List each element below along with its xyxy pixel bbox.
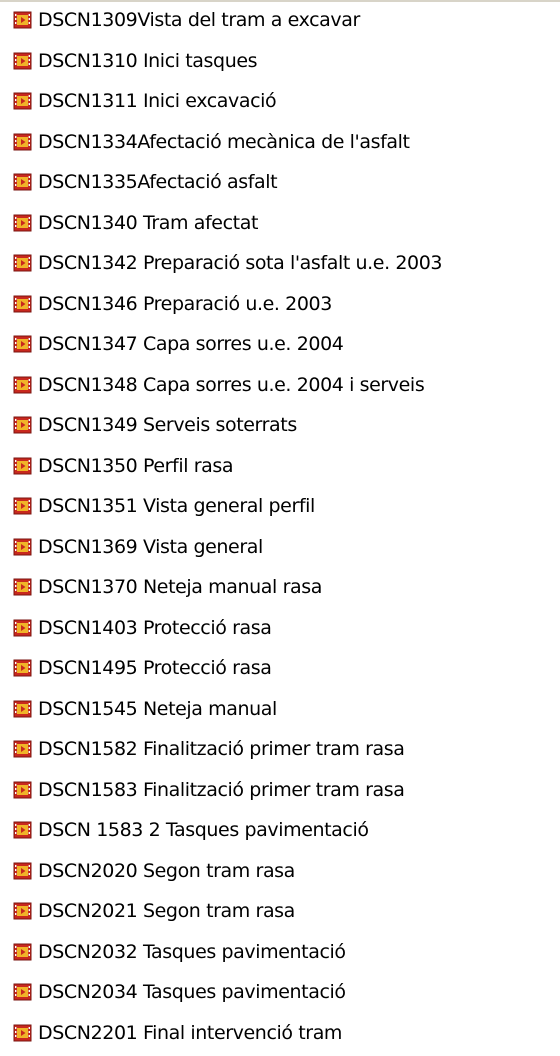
file-list-item[interactable]: DSCN1309Vista del tram a excavar <box>0 0 560 41</box>
file-name-label: DSCN1582 Finalització primer tram rasa <box>38 738 405 761</box>
video-file-icon <box>13 658 33 678</box>
video-file-icon <box>13 820 33 840</box>
file-name-label: DSCN1309Vista del tram a excavar <box>38 9 360 32</box>
video-file-icon <box>13 10 33 30</box>
file-list-item[interactable]: DSCN1370 Neteja manual rasa <box>0 567 560 608</box>
file-name-label: DSCN1334Afectació mecànica de l'asfalt <box>38 130 410 153</box>
file-list-item[interactable]: DSCN1583 Finalització primer tram rasa <box>0 770 560 811</box>
file-name-label: DSCN1310 Inici tasques <box>38 49 258 72</box>
file-list-item[interactable]: DSCN1335Afectació asfalt <box>0 162 560 203</box>
file-list-item[interactable]: DSCN1350 Perfil rasa <box>0 446 560 487</box>
file-name-label: DSCN2032 Tasques pavimentació <box>38 940 346 963</box>
file-name-label: DSCN1347 Capa sorres u.e. 2004 <box>38 333 344 356</box>
video-file-icon <box>13 739 33 759</box>
file-name-label: DSCN1335Afectació asfalt <box>38 171 278 194</box>
file-list-item[interactable]: DSCN1351 Vista general perfil <box>0 486 560 527</box>
file-name-label: DSCN1369 Vista general <box>38 535 263 558</box>
file-name-label: DSCN1403 Protecció rasa <box>38 616 272 639</box>
file-list-item[interactable]: DSCN1495 Protecció rasa <box>0 648 560 689</box>
file-name-label: DSCN1340 Tram afectat <box>38 211 258 234</box>
video-file-icon <box>13 132 33 152</box>
file-list-item[interactable]: DSCN1346 Preparació u.e. 2003 <box>0 284 560 325</box>
video-file-icon <box>13 375 33 395</box>
file-list-item[interactable]: DSCN1311 Inici excavació <box>0 81 560 122</box>
file-name-label: DSCN2034 Tasques pavimentació <box>38 981 346 1004</box>
video-file-icon <box>13 618 33 638</box>
file-name-label: DSCN1545 Neteja manual <box>38 697 277 720</box>
file-name-label: DSCN1346 Preparació u.e. 2003 <box>38 292 332 315</box>
video-file-icon <box>13 577 33 597</box>
file-list-item[interactable]: DSCN1545 Neteja manual <box>0 689 560 730</box>
file-list-item[interactable]: DSCN2201 Final intervenció tram <box>0 1013 560 1054</box>
file-name-label: DSCN2021 Segon tram rasa <box>38 900 295 923</box>
file-name-label: DSCN1583 Finalització primer tram rasa <box>38 778 405 801</box>
video-file-icon <box>13 213 33 233</box>
file-list-item[interactable]: DSCN1403 Protecció rasa <box>0 608 560 649</box>
file-name-label: DSCN1495 Protecció rasa <box>38 657 272 680</box>
file-name-label: DSCN1311 Inici excavació <box>38 90 277 113</box>
file-name-label: DSCN1342 Preparació sota l'asfalt u.e. 2… <box>38 252 443 275</box>
file-list-item[interactable]: DSCN1347 Capa sorres u.e. 2004 <box>0 324 560 365</box>
video-file-icon <box>13 861 33 881</box>
video-file-icon <box>13 982 33 1002</box>
video-file-icon <box>13 415 33 435</box>
file-list-item[interactable]: DSCN2021 Segon tram rasa <box>0 891 560 932</box>
file-list-item[interactable]: DSCN1348 Capa sorres u.e. 2004 i serveis <box>0 365 560 406</box>
file-list-item[interactable]: DSCN1340 Tram afectat <box>0 203 560 244</box>
file-list-item[interactable]: DSCN2032 Tasques pavimentació <box>0 932 560 973</box>
file-list-item[interactable]: DSCN 1583 2 Tasques pavimentació <box>0 810 560 851</box>
video-file-icon <box>13 456 33 476</box>
video-file-icon <box>13 334 33 354</box>
file-name-label: DSCN2020 Segon tram rasa <box>38 859 295 882</box>
file-list-item[interactable]: DSCN1369 Vista general <box>0 527 560 568</box>
video-file-icon <box>13 537 33 557</box>
video-file-icon <box>13 172 33 192</box>
file-list: DSCN1309Vista del tram a excavar DSCN1310… <box>0 0 560 1053</box>
video-file-icon <box>13 780 33 800</box>
video-file-icon <box>13 253 33 273</box>
file-list-item[interactable]: DSCN1334Afectació mecànica de l'asfalt <box>0 122 560 163</box>
video-file-icon <box>13 942 33 962</box>
file-list-item[interactable]: DSCN2034 Tasques pavimentació <box>0 972 560 1013</box>
file-list-item[interactable]: DSCN1349 Serveis soterrats <box>0 405 560 446</box>
file-name-label: DSCN 1583 2 Tasques pavimentació <box>38 819 369 842</box>
file-name-label: DSCN1350 Perfil rasa <box>38 454 234 477</box>
file-name-label: DSCN1348 Capa sorres u.e. 2004 i serveis <box>38 373 425 396</box>
file-list-item[interactable]: DSCN2020 Segon tram rasa <box>0 851 560 892</box>
video-file-icon <box>13 91 33 111</box>
video-file-icon <box>13 496 33 516</box>
file-name-label: DSCN1351 Vista general perfil <box>38 495 315 518</box>
file-name-label: DSCN1349 Serveis soterrats <box>38 414 297 437</box>
file-list-item[interactable]: DSCN1342 Preparació sota l'asfalt u.e. 2… <box>0 243 560 284</box>
video-file-icon <box>13 1023 33 1043</box>
video-file-icon <box>13 699 33 719</box>
file-name-label: DSCN1370 Neteja manual rasa <box>38 576 322 599</box>
file-list-item[interactable]: DSCN1582 Finalització primer tram rasa <box>0 729 560 770</box>
video-file-icon <box>13 51 33 71</box>
video-file-icon <box>13 901 33 921</box>
video-file-icon <box>13 294 33 314</box>
file-name-label: DSCN2201 Final intervenció tram <box>38 1021 343 1044</box>
file-list-item[interactable]: DSCN1310 Inici tasques <box>0 41 560 82</box>
